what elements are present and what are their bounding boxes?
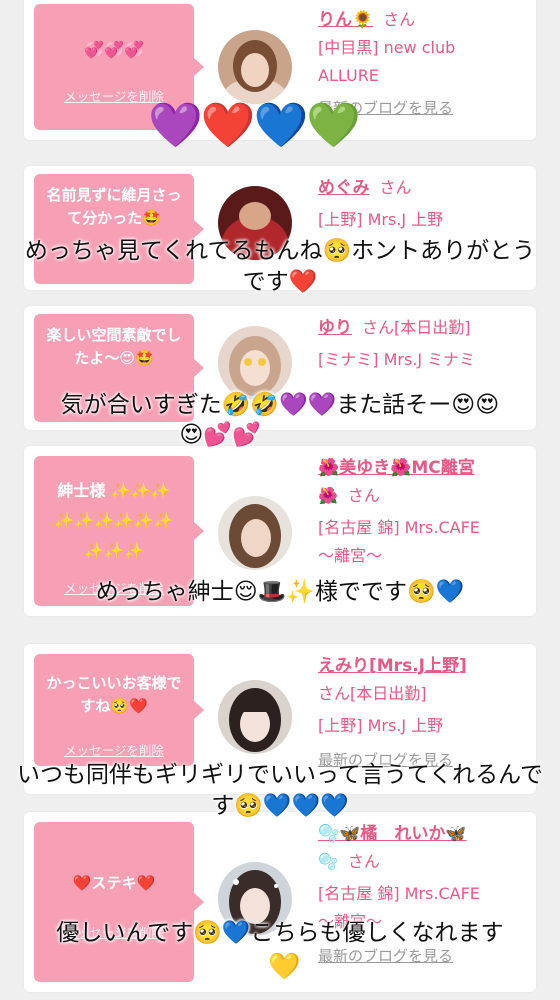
honorific: さん	[347, 852, 380, 871]
caption-text: 気が合いすぎた🤣🤣💜💜また話そー😍😍	[60, 392, 500, 418]
cast-info: ゆり さん[本日出勤] [ミナミ] Mrs.J ミナミ	[318, 314, 528, 374]
message-bubble: かっこいいお客様ですね🥺❤️ メッセージを削除	[34, 654, 204, 766]
caption-text: いつも同伴もギリギリでいいって言うてくれるんです🥺💙💙💙	[16, 762, 543, 820]
cast-name-link[interactable]: 🌺美ゆき🌺MC離宮	[318, 458, 475, 478]
shop-info: ALLURE	[318, 66, 379, 85]
message-text: かっこいいお客様ですね🥺❤️	[46, 674, 182, 716]
yellow-heart-sticker: 💛	[268, 952, 301, 982]
shop-info: [上野] Mrs.J 上野	[318, 210, 444, 229]
cast-name-link[interactable]: りん🌻	[318, 10, 373, 30]
shop-info: [上野] Mrs.J 上野	[318, 716, 444, 735]
honorific: さん	[347, 486, 380, 505]
cast-name-link[interactable]: ゆり	[318, 318, 352, 338]
status-badge: [本日出勤]	[350, 684, 427, 703]
honorific: さん	[362, 318, 395, 337]
delete-message-link[interactable]: メッセージを削除	[34, 740, 194, 759]
message-text: 紳士様 ✨✨✨✨✨✨✨✨✨✨✨✨	[54, 481, 174, 560]
caption-text: めっちゃ見てくれてるもんね🥺ホントありがとうです❤️	[24, 238, 536, 296]
cast-name-link[interactable]: 🫧🦋橘 れいか🦋	[318, 824, 467, 844]
shop-info: [名古屋 錦] Mrs.CAFE	[318, 884, 480, 903]
cast-name-link[interactable]: めぐみ	[318, 178, 370, 198]
message-text: 名前見ずに維月さって分かった🤩	[46, 186, 182, 228]
cast-info: 🌺美ゆき🌺MC離宮 🌺 さん [名古屋 錦] Mrs.CAFE 〜離宮〜	[318, 454, 528, 570]
shop-info: 〜離宮〜	[318, 546, 383, 565]
avatar[interactable]	[218, 496, 292, 570]
honorific: さん	[379, 178, 412, 197]
hearts-sticker: 💜❤️💙💚	[148, 100, 361, 151]
caption-text: 優しいんです🥺💙こちらも優しくなれます	[56, 920, 504, 946]
honorific: さん	[318, 684, 351, 703]
message-text: 💞💞💞	[84, 40, 144, 59]
name-decoration: 🫧	[318, 852, 338, 871]
message-bubble: ❤️ステキ❤️ メッセージを削除	[34, 822, 204, 982]
shop-info: [名古屋 錦] Mrs.CAFE	[318, 518, 480, 537]
caption-text: 😍💕💕	[179, 422, 261, 448]
status-badge: [本日出勤]	[394, 318, 471, 337]
message-text: 楽しい空間素敵でしたよ〜😍🤩	[46, 326, 182, 368]
cast-name-link[interactable]: えみり[Mrs.J上野]	[318, 656, 467, 676]
honorific: さん	[383, 10, 416, 29]
shop-info: [ミナミ] Mrs.J ミナミ	[318, 350, 476, 369]
avatar[interactable]	[218, 326, 292, 400]
name-decoration: 🌺	[318, 486, 338, 505]
shop-info: [中目黒] new club	[318, 38, 456, 57]
message-text: ❤️ステキ❤️	[72, 874, 156, 892]
avatar[interactable]	[218, 680, 292, 754]
latest-blog-link[interactable]: 最新のブログを見る	[318, 947, 453, 965]
cast-info: えみり[Mrs.J上野] さん[本日出勤] [上野] Mrs.J 上野 最新のブ…	[318, 652, 528, 774]
cast-info: めぐみ さん [上野] Mrs.J 上野	[318, 174, 528, 234]
caption-text: めっちゃ紳士😌🎩✨様でです🥺💙	[95, 579, 465, 605]
avatar[interactable]	[218, 30, 292, 104]
